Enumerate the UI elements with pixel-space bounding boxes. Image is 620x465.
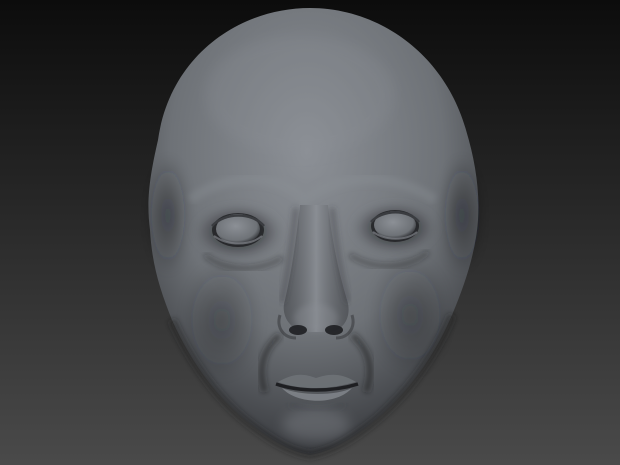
right-cheek-shade [370,255,450,375]
chin-highlight [282,409,350,441]
forehead-highlight [205,35,395,155]
right-temple-shade [440,155,484,275]
left-eye [211,213,265,247]
left-temple-shade [146,155,190,275]
head-sculpt-render [0,0,620,465]
right-eye [370,210,420,242]
sculpt-viewport[interactable] [0,0,620,465]
